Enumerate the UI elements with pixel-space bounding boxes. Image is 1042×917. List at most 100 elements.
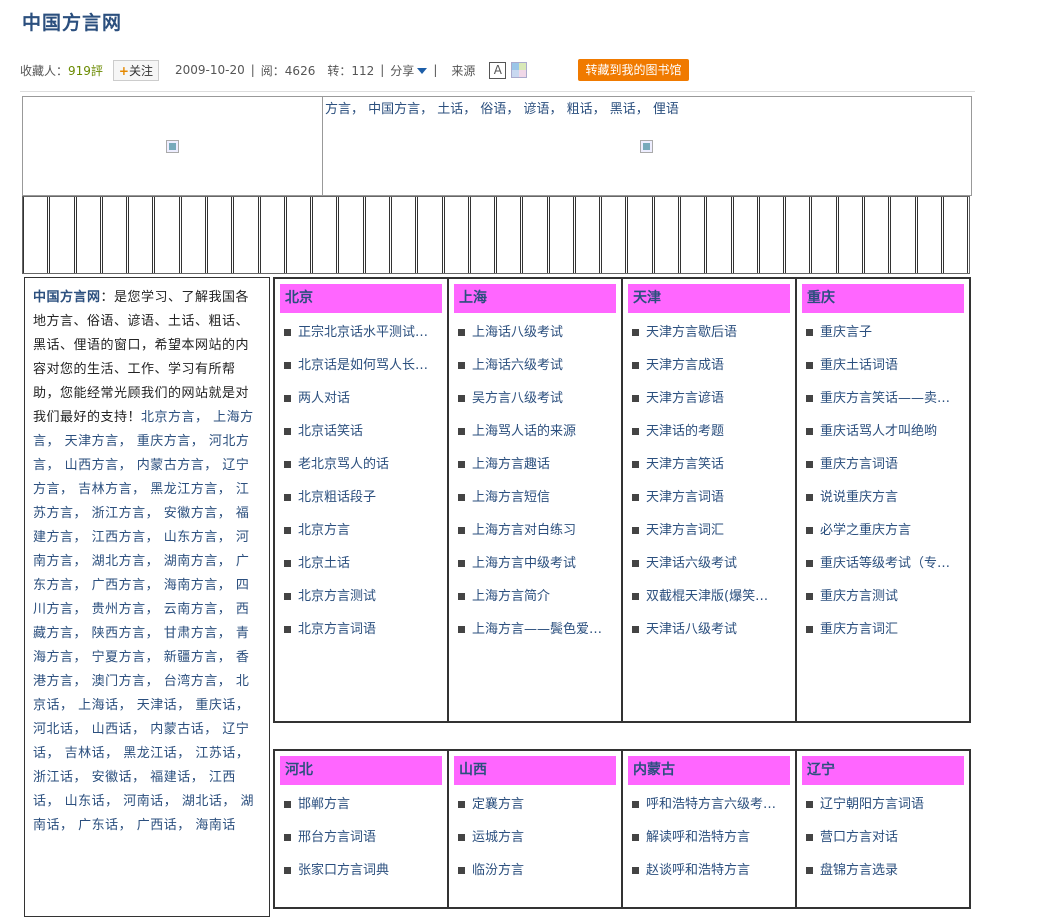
bullet-square-icon <box>284 593 291 600</box>
strip-cell <box>496 197 522 273</box>
list-item[interactable]: 重庆话等级考试（专… <box>802 552 964 575</box>
list-item-label: 北京方言词语 <box>298 622 377 637</box>
intro-text: ：是您学习、了解我国各地方言、俗语、谚语、土话、粗话、黑话、俚语的窗口，希望本网… <box>33 290 250 425</box>
list-item-label: 上海方言——鬓色爱… <box>472 622 603 637</box>
region-heading[interactable]: 内蒙古 <box>628 756 790 785</box>
list-item[interactable]: 上海话八级考试 <box>454 321 616 344</box>
list-item[interactable]: 张家口方言词典 <box>280 859 442 882</box>
color-theme-icon[interactable] <box>511 62 528 78</box>
bullet-square-icon <box>284 626 291 633</box>
list-item-label: 盘锦方言选录 <box>820 863 899 878</box>
list-item[interactable]: 天津话八级考试 <box>628 618 790 641</box>
list-item[interactable]: 上海话六级考试 <box>454 354 616 377</box>
list-item[interactable]: 盘锦方言选录 <box>802 859 964 882</box>
list-item[interactable]: 上海骂人话的来源 <box>454 420 616 443</box>
bullet-square-icon <box>806 362 813 369</box>
list-item[interactable]: 重庆方言词汇 <box>802 618 964 641</box>
list-item[interactable]: 天津方言歇后语 <box>628 321 790 344</box>
list-item[interactable]: 上海方言短信 <box>454 486 616 509</box>
list-item[interactable]: 临汾方言 <box>454 859 616 882</box>
list-item-label: 运城方言 <box>472 830 525 845</box>
list-item[interactable]: 上海方言对白练习 <box>454 519 616 542</box>
region-heading[interactable]: 辽宁 <box>802 756 964 785</box>
bullet-square-icon <box>806 626 813 633</box>
list-item[interactable]: 呼和浩特方言六级考… <box>628 793 790 816</box>
list-item[interactable]: 重庆话骂人才叫绝哟 <box>802 420 964 443</box>
list-item[interactable]: 双截棍天津版(爆笑… <box>628 585 790 608</box>
strip-cell <box>680 197 706 273</box>
list-item[interactable]: 定襄方言 <box>454 793 616 816</box>
list-item[interactable]: 天津方言成语 <box>628 354 790 377</box>
list-item[interactable]: 天津方言笑话 <box>628 453 790 476</box>
list-item[interactable]: 北京方言 <box>280 519 442 542</box>
region-heading[interactable]: 重庆 <box>802 284 964 313</box>
list-item[interactable]: 上海方言趣话 <box>454 453 616 476</box>
region-heading[interactable]: 上海 <box>454 284 616 313</box>
strip-cell <box>364 197 390 273</box>
list-item[interactable]: 重庆方言测试 <box>802 585 964 608</box>
strip-cell <box>390 197 417 273</box>
list-item[interactable]: 天津话六级考试 <box>628 552 790 575</box>
list-item[interactable]: 重庆方言词语 <box>802 453 964 476</box>
list-item[interactable]: 上海方言——鬓色爱… <box>454 618 616 641</box>
list-item[interactable]: 天津方言词汇 <box>628 519 790 542</box>
region-heading[interactable]: 北京 <box>280 284 442 313</box>
list-item[interactable]: 正宗北京话水平测试… <box>280 321 442 344</box>
strip-cell <box>101 197 128 273</box>
list-item[interactable]: 天津方言词语 <box>628 486 790 509</box>
strip-cell <box>180 197 206 273</box>
region-heading[interactable]: 山西 <box>454 756 616 785</box>
share-button[interactable]: 分享 <box>390 62 428 79</box>
list-item-label: 重庆方言词语 <box>820 457 899 472</box>
list-item[interactable]: 两人对话 <box>280 387 442 410</box>
list-item[interactable]: 重庆方言笑话——卖… <box>802 387 964 410</box>
reads: 阅：4626 <box>260 63 316 78</box>
list-item-label: 赵谈呼和浩特方言 <box>646 863 751 878</box>
intro-links[interactable]: 北京方言， 上海方言， 天津方言， 重庆方言， 河北方言， 山西方言， 内蒙古方… <box>33 410 254 833</box>
list-item[interactable]: 解读呼和浩特方言 <box>628 826 790 849</box>
list-item[interactable]: 说说重庆方言 <box>802 486 964 509</box>
list-item[interactable]: 北京方言词语 <box>280 618 442 641</box>
list-item-label: 上海骂人话的来源 <box>472 424 577 439</box>
banner-keywords: 方言， 中国方言， 土话， 俗语， 谚语， 粗话， 黑话， 俚语 <box>325 102 679 117</box>
region-heading[interactable]: 天津 <box>628 284 790 313</box>
font-size-button[interactable]: A <box>489 61 507 79</box>
list-item[interactable]: 营口方言对话 <box>802 826 964 849</box>
bullet-square-icon <box>806 867 813 874</box>
bullet-square-icon <box>458 428 465 435</box>
list-item[interactable]: 天津话的考题 <box>628 420 790 443</box>
collect-count[interactable]: 919評 <box>68 62 103 79</box>
list-item[interactable]: 上海方言简介 <box>454 585 616 608</box>
list-item[interactable]: 必学之重庆方言 <box>802 519 964 542</box>
list-item-label: 上海话六级考试 <box>472 358 564 373</box>
list-item[interactable]: 上海方言中级考试 <box>454 552 616 575</box>
list-item[interactable]: 赵谈呼和浩特方言 <box>628 859 790 882</box>
bullet-square-icon <box>632 461 639 468</box>
list-item-label: 老北京骂人的话 <box>298 457 390 472</box>
list-item[interactable]: 北京粗话段子 <box>280 486 442 509</box>
list-item[interactable]: 北京话是如何骂人长… <box>280 354 442 377</box>
list-item[interactable]: 北京土话 <box>280 552 442 575</box>
list-item[interactable]: 运城方言 <box>454 826 616 849</box>
strip-cell <box>312 197 338 273</box>
intro-title[interactable]: 中国方言网 <box>33 290 101 305</box>
list-item[interactable]: 邯郸方言 <box>280 793 442 816</box>
list-item[interactable]: 北京话笑话 <box>280 420 442 443</box>
region-item-list: 定襄方言运城方言临汾方言 <box>454 793 616 882</box>
source-link[interactable]: 来源 <box>451 62 475 79</box>
region-heading[interactable]: 河北 <box>280 756 442 785</box>
save-to-library-button[interactable]: 转藏到我的图书馆 <box>578 59 689 81</box>
list-item[interactable]: 天津方言谚语 <box>628 387 790 410</box>
list-item[interactable]: 辽宁朝阳方言词语 <box>802 793 964 816</box>
list-item-label: 正宗北京话水平测试… <box>298 325 429 340</box>
list-item[interactable]: 邢台方言词语 <box>280 826 442 849</box>
list-item[interactable]: 重庆土话词语 <box>802 354 964 377</box>
bullet-square-icon <box>806 593 813 600</box>
list-item-label: 上海方言对白练习 <box>472 523 577 538</box>
follow-button[interactable]: +关注 <box>112 59 159 81</box>
list-item[interactable]: 吴方言八级考试 <box>454 387 616 410</box>
list-item[interactable]: 老北京骂人的话 <box>280 453 442 476</box>
list-item[interactable]: 北京方言测试 <box>280 585 442 608</box>
list-item-label: 临汾方言 <box>472 863 525 878</box>
list-item[interactable]: 重庆言子 <box>802 321 964 344</box>
